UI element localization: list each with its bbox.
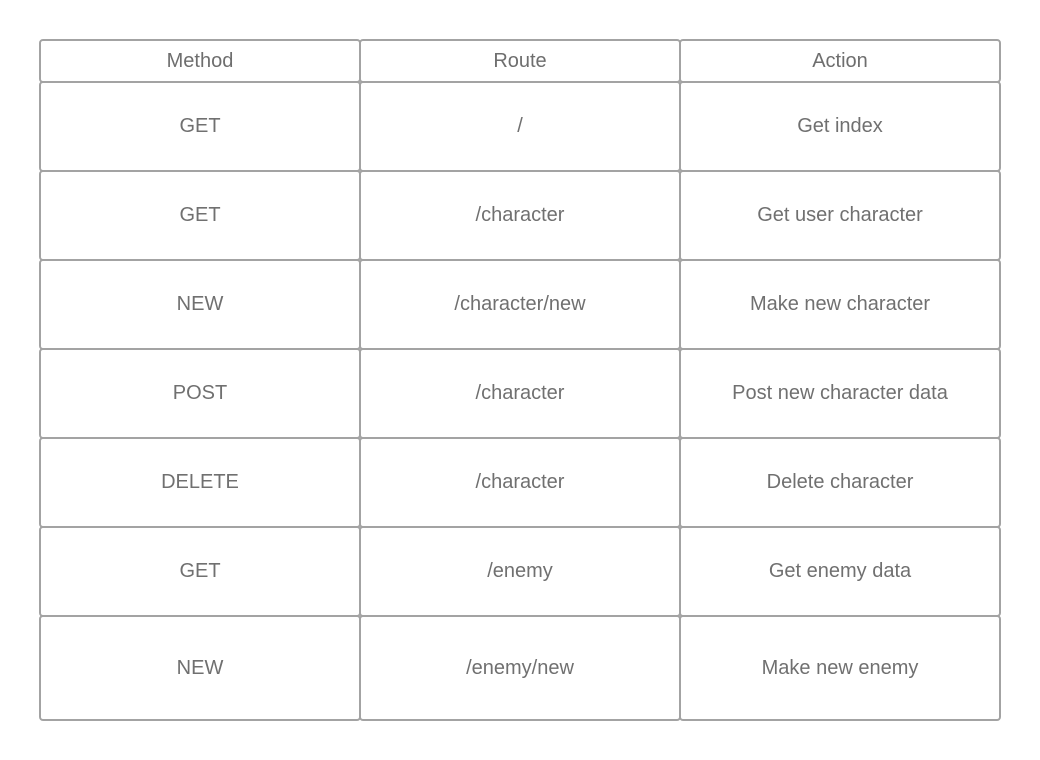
method-cell: NEW: [39, 615, 361, 721]
route-cell: /character: [359, 170, 681, 261]
action-cell: Get enemy data: [679, 526, 1001, 617]
route-cell: /character: [359, 437, 681, 528]
action-cell: Get user character: [679, 170, 1001, 261]
action-cell: Make new character: [679, 259, 1001, 350]
action-cell: Get index: [679, 81, 1001, 172]
route-cell: /character: [359, 348, 681, 439]
method-cell: GET: [39, 81, 361, 172]
action-cell: Delete character: [679, 437, 1001, 528]
method-cell: GET: [39, 526, 361, 617]
method-cell: POST: [39, 348, 361, 439]
header-cell-method: Method: [39, 39, 361, 83]
route-cell: /: [359, 81, 681, 172]
method-cell: DELETE: [39, 437, 361, 528]
method-cell: NEW: [39, 259, 361, 350]
header-cell-action: Action: [679, 39, 1001, 83]
routes-table: Method Route Action GET / Get index GET …: [39, 39, 1001, 721]
route-cell: /character/new: [359, 259, 681, 350]
route-cell: /enemy: [359, 526, 681, 617]
route-cell: /enemy/new: [359, 615, 681, 721]
action-cell: Make new enemy: [679, 615, 1001, 721]
method-cell: GET: [39, 170, 361, 261]
action-cell: Post new character data: [679, 348, 1001, 439]
header-cell-route: Route: [359, 39, 681, 83]
